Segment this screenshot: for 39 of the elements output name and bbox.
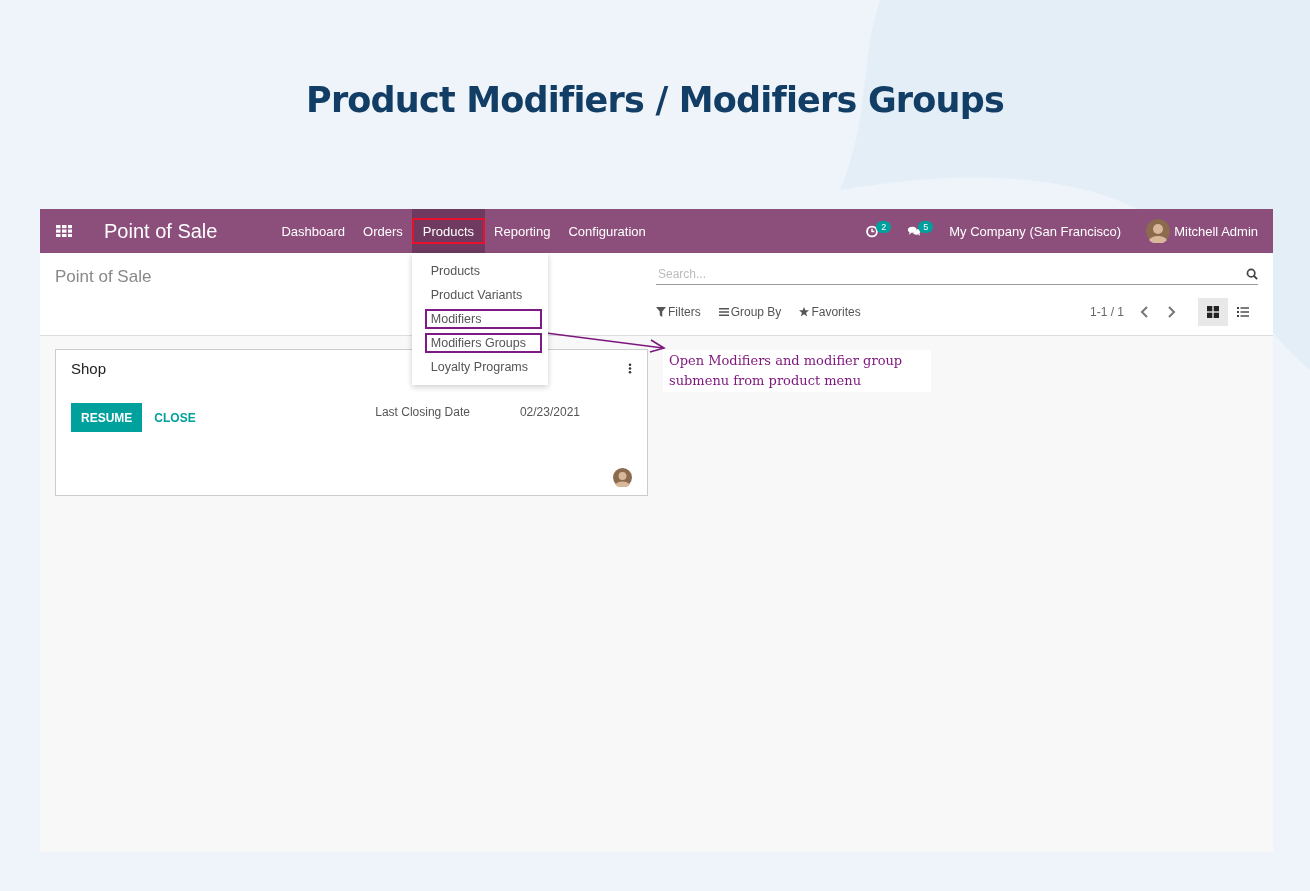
- next-icon[interactable]: [1166, 306, 1176, 318]
- menu-item[interactable]: Dashboard: [272, 209, 355, 253]
- field-label: Last Closing Date: [375, 404, 470, 419]
- menu-item[interactable]: Orders: [354, 209, 412, 253]
- field-value: 02/23/2021: [519, 404, 580, 419]
- favorites-button[interactable]: Favorites: [799, 305, 861, 319]
- lines-icon: [718, 307, 729, 317]
- dropdown-item[interactable]: Loyalty Programs: [424, 355, 542, 379]
- pager-value: 1-1 / 1: [1089, 305, 1124, 319]
- group-by-button[interactable]: Group By: [718, 305, 782, 319]
- menu-item[interactable]: Reporting: [485, 209, 560, 253]
- dropdown-item[interactable]: Product Variants: [424, 283, 542, 307]
- chat-icon[interactable]: [907, 224, 922, 238]
- app-title: Point of Sale: [104, 219, 218, 243]
- activity-count: 2: [876, 221, 892, 233]
- star-icon: [799, 307, 810, 317]
- dropdown-item[interactable]: Modifiers Groups: [424, 333, 542, 353]
- avatar-icon: [613, 468, 632, 487]
- card-title: Shop: [71, 360, 107, 377]
- page-heading: Product Modifiers / Modifiers Groups: [306, 80, 1004, 122]
- apps-menu-icon[interactable]: [56, 225, 72, 237]
- avatar-icon[interactable]: [1146, 219, 1171, 243]
- annotation-note: Open Modifiers and modifier group submenu from product menu: [663, 350, 931, 392]
- grid-icon: [1207, 306, 1219, 318]
- more-options-icon[interactable]: [628, 363, 632, 374]
- breadcrumb: Point of Sale: [55, 267, 152, 288]
- previous-icon[interactable]: [1140, 306, 1150, 318]
- user-name[interactable]: Mitchell Admin: [1174, 223, 1258, 239]
- filters-button[interactable]: Filters: [656, 305, 701, 319]
- company-switcher[interactable]: My Company (San Francisco): [949, 223, 1122, 239]
- message-count: 5: [918, 221, 934, 233]
- menu-item[interactable]: Configuration: [559, 209, 655, 253]
- kanban-view-button[interactable]: [1198, 298, 1228, 326]
- list-icon: [1237, 306, 1249, 318]
- clock-icon[interactable]: [865, 224, 880, 238]
- filter-icon: [656, 307, 666, 317]
- search-field[interactable]: Search...: [656, 264, 1242, 285]
- dropdown-item[interactable]: Modifiers: [424, 309, 542, 329]
- dropdown-item[interactable]: Products: [424, 259, 542, 283]
